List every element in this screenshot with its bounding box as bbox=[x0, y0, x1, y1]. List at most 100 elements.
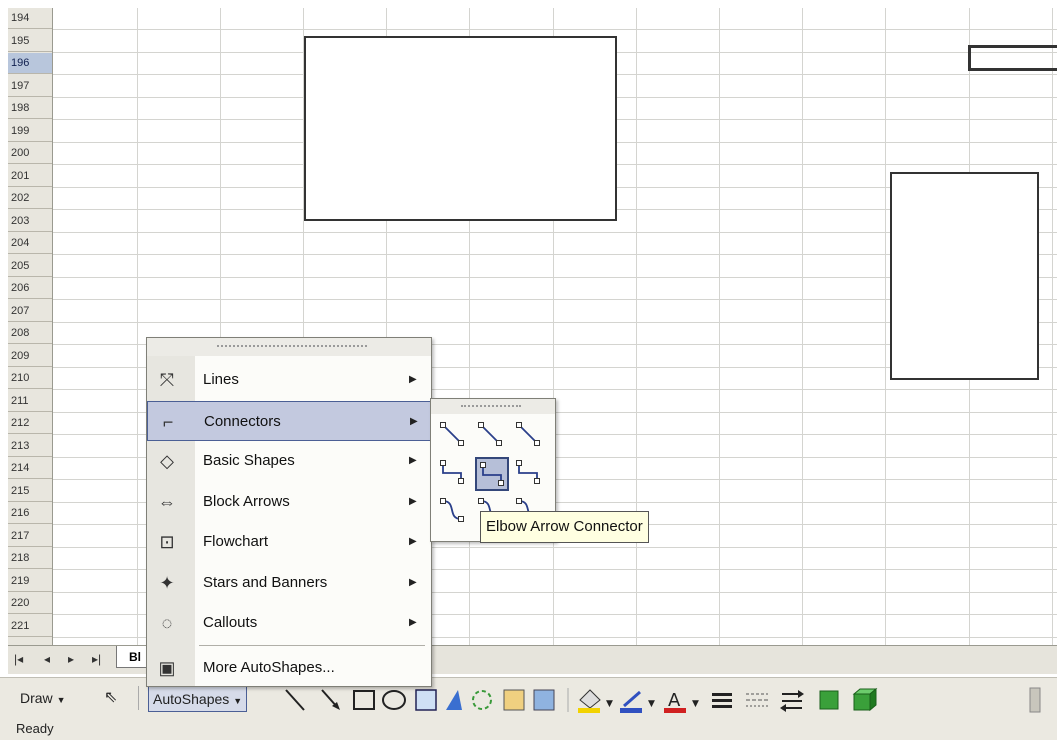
straight-double-arrow-connector-icon[interactable] bbox=[513, 419, 547, 453]
menu-item-label: More AutoShapes... bbox=[203, 658, 335, 676]
lines-icon: ⤧ bbox=[159, 370, 175, 390]
menu-item-label: Lines bbox=[203, 371, 239, 388]
menu-item-label: Connectors bbox=[204, 412, 281, 430]
menu-item-flowchart[interactable]: ⊡ Flowchart ▶ bbox=[147, 522, 431, 562]
draw-menu-button[interactable]: Draw ▼ bbox=[20, 686, 65, 710]
menu-separator bbox=[199, 645, 425, 646]
row-header[interactable]: 217 bbox=[8, 526, 52, 547]
rectangle-shape-large[interactable] bbox=[304, 36, 617, 221]
row-header[interactable]: 221 bbox=[8, 616, 52, 637]
menu-item-label: Callouts bbox=[203, 614, 258, 631]
menu-item-lines[interactable]: ⤧ Lines ▶ bbox=[147, 360, 431, 400]
row-header[interactable]: 214 bbox=[8, 458, 52, 479]
last-sheet-button[interactable]: ▸| bbox=[92, 652, 101, 666]
row-header[interactable]: 210 bbox=[8, 368, 52, 389]
autoshapes-menu: ⤧ Lines ▶ ⌐ Connectors ▶ ◇ Basic Shapes ▶ ⇔ Block … bbox=[146, 337, 432, 687]
submenu-arrow-icon: ▶ bbox=[409, 576, 417, 588]
drawing-tools: ▼ ▼ A ▼ bbox=[285, 687, 1041, 713]
autoshapes-menu-button[interactable]: AutoShapes ▼ bbox=[148, 686, 248, 712]
menu-item-label: Stars and Banners bbox=[203, 573, 328, 591]
status-text: Ready bbox=[16, 721, 54, 736]
arrow-style-icon bbox=[780, 690, 804, 712]
elbow-arrow-connector-icon[interactable] bbox=[475, 457, 509, 491]
row-header[interactable]: 198 bbox=[8, 98, 52, 119]
row-header[interactable]: 220 bbox=[8, 593, 52, 614]
row-header[interactable]: 200 bbox=[8, 143, 52, 164]
3d-style-icon bbox=[852, 687, 878, 712]
line-color-icon bbox=[620, 690, 642, 713]
first-sheet-button[interactable]: |◂ bbox=[14, 652, 23, 666]
menu-item-stars-banners[interactable]: ✦ Stars and Banners ▶ bbox=[147, 563, 431, 603]
row-header[interactable]: 215 bbox=[8, 481, 52, 502]
submenu-arrow-icon: ▶ bbox=[409, 536, 417, 547]
elbow-double-arrow-connector-icon[interactable] bbox=[513, 457, 547, 491]
row-header[interactable]: 219 bbox=[8, 571, 52, 592]
row-header[interactable]: 209 bbox=[8, 346, 52, 367]
active-cell[interactable] bbox=[968, 45, 1057, 71]
stars-banners-icon: ✦ bbox=[159, 572, 175, 593]
line-style-icon bbox=[712, 693, 732, 708]
submenu-drag-handle[interactable] bbox=[431, 399, 555, 414]
submenu-arrow-icon: ▶ bbox=[409, 455, 417, 466]
select-objects-icon[interactable]: ⇖ bbox=[104, 686, 117, 710]
arrow-icon bbox=[321, 689, 340, 710]
row-header[interactable]: 196 bbox=[8, 53, 52, 74]
straight-arrow-connector-icon[interactable] bbox=[475, 419, 509, 453]
next-sheet-button[interactable]: ▸ bbox=[68, 652, 74, 666]
menu-item-label: Block Arrows bbox=[203, 492, 290, 510]
status-bar: Ready bbox=[0, 718, 1057, 740]
menu-item-connectors[interactable]: ⌐ Connectors ▶ bbox=[147, 400, 431, 441]
row-header[interactable]: 197 bbox=[8, 76, 52, 97]
more-autoshapes-icon: ▣ bbox=[158, 657, 176, 678]
clip-art-icon bbox=[503, 689, 525, 711]
row-header[interactable]: 201 bbox=[8, 166, 52, 187]
shadow-style-icon bbox=[819, 690, 839, 710]
callouts-icon: ◌ bbox=[161, 613, 173, 633]
straight-connector-icon[interactable] bbox=[437, 419, 471, 453]
row-header[interactable]: 203 bbox=[8, 211, 52, 232]
row-header[interactable]: 213 bbox=[8, 436, 52, 457]
line-icon bbox=[285, 689, 305, 711]
row-header[interactable]: 218 bbox=[8, 548, 52, 569]
connectors-icon: ⌐ bbox=[162, 411, 174, 432]
row-header[interactable]: 205 bbox=[8, 256, 52, 277]
diagram-icon bbox=[472, 690, 492, 710]
row-header[interactable]: 202 bbox=[8, 188, 52, 209]
row-header[interactable]: 195 bbox=[8, 31, 52, 52]
row-header[interactable]: 211 bbox=[8, 391, 52, 412]
menu-item-basic-shapes[interactable]: ◇ Basic Shapes ▶ bbox=[147, 441, 431, 481]
row-header[interactable]: 194 bbox=[8, 8, 52, 29]
picture-icon bbox=[533, 689, 555, 711]
row-header[interactable]: 204 bbox=[8, 233, 52, 254]
menu-item-label: Flowchart bbox=[203, 533, 269, 550]
font-color-icon: A bbox=[664, 690, 686, 713]
menu-drag-handle[interactable] bbox=[147, 338, 431, 356]
row-header-column: 194 195 196 197 198 199 200 201 202 203 204 205 206 2… bbox=[8, 8, 53, 645]
menu-item-callouts[interactable]: ◌ Callouts ▶ bbox=[147, 603, 431, 643]
dash-style-icon bbox=[746, 693, 768, 707]
toolbar-options-icon bbox=[1029, 687, 1041, 713]
row-header[interactable]: 199 bbox=[8, 121, 52, 142]
svg-text:A: A bbox=[668, 690, 681, 711]
fill-color-icon bbox=[578, 689, 601, 713]
row-header[interactable]: 208 bbox=[8, 323, 52, 344]
menu-item-more-autoshapes[interactable]: ▣ More AutoShapes... bbox=[147, 648, 431, 688]
submenu-arrow-icon: ▶ bbox=[410, 415, 418, 427]
wordart-icon bbox=[446, 690, 462, 710]
row-header[interactable]: 207 bbox=[8, 301, 52, 322]
block-arrows-icon: ⇔ bbox=[158, 491, 176, 512]
prev-sheet-button[interactable]: ◂ bbox=[44, 652, 50, 666]
rectangle-icon bbox=[353, 690, 375, 710]
svg-text:▼: ▼ bbox=[606, 699, 613, 709]
rectangle-shape-tall[interactable] bbox=[890, 172, 1039, 380]
basic-shapes-icon: ◇ bbox=[160, 451, 174, 471]
menu-item-block-arrows[interactable]: ⇔ Block Arrows ▶ bbox=[147, 482, 431, 522]
curved-connector-icon[interactable] bbox=[437, 495, 471, 529]
menu-item-label: Basic Shapes bbox=[203, 452, 295, 469]
tooltip: Elbow Arrow Connector bbox=[480, 511, 649, 543]
elbow-connector-icon[interactable] bbox=[437, 457, 471, 491]
row-header[interactable]: 212 bbox=[8, 413, 52, 434]
row-header[interactable]: 206 bbox=[8, 278, 52, 299]
text-box-icon bbox=[415, 689, 437, 711]
row-header[interactable]: 216 bbox=[8, 503, 52, 524]
